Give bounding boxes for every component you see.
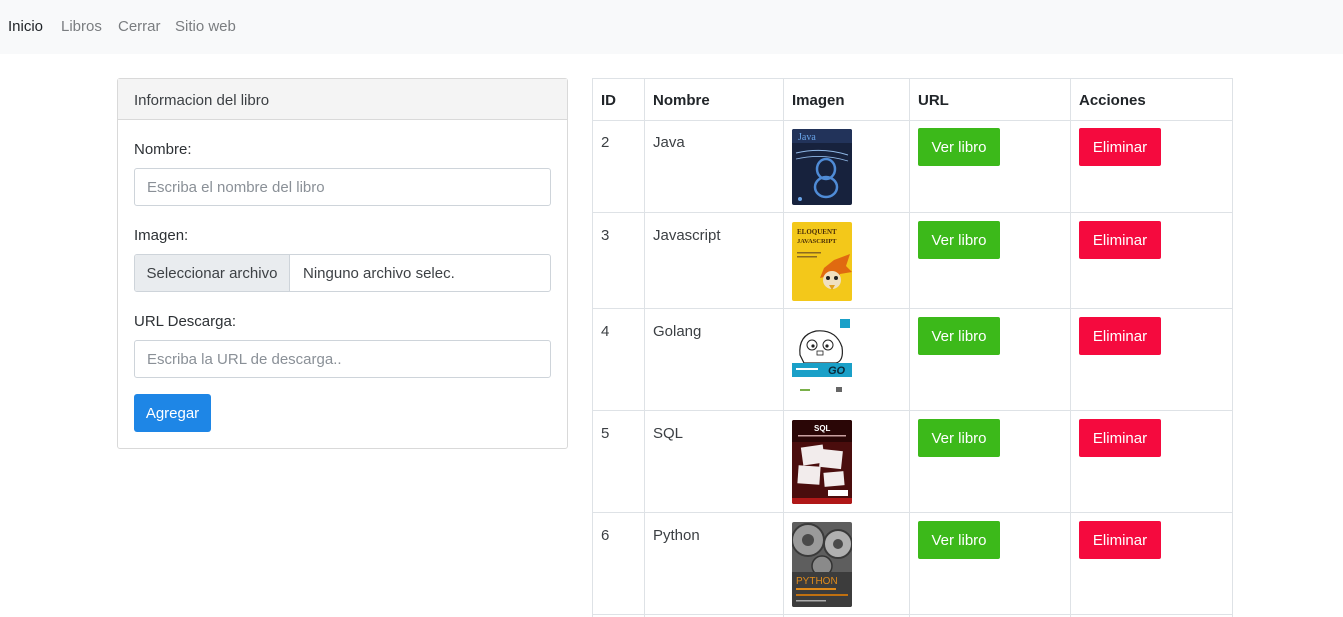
sql-book-cover: SQL <box>792 420 852 504</box>
row-divider <box>593 410 1232 411</box>
svg-text:ELOQUENT: ELOQUENT <box>797 228 837 236</box>
row-name: Java <box>653 134 685 151</box>
card-title: Informacion del libro <box>134 92 270 109</box>
view-book-button[interactable]: Ver libro <box>918 317 1000 355</box>
row-id: 6 <box>601 527 610 544</box>
java-cover-art: Java <box>792 129 852 205</box>
java-cover-title: Java <box>798 132 816 143</box>
select-file-label: Seleccionar archivo <box>146 264 278 282</box>
svg-text:JAVASCRIPT: JAVASCRIPT <box>797 238 837 245</box>
column-divider <box>909 79 910 617</box>
row-divider <box>593 308 1232 309</box>
header-id: ID <box>601 92 616 109</box>
golang-cover-title: GO <box>828 365 846 377</box>
row-name: Golang <box>653 323 702 340</box>
name-label: Nombre: <box>134 141 192 158</box>
javascript-cover-art: ELOQUENT JAVASCRIPT <box>792 222 852 301</box>
golang-cover-art: GO <box>792 317 852 402</box>
header-acciones: Acciones <box>1079 92 1146 109</box>
nav-link-inicio[interactable]: Inicio <box>8 18 43 35</box>
delete-book-button[interactable]: Eliminar <box>1079 419 1161 457</box>
golang-book-cover: GO <box>792 317 852 402</box>
python-cover-art: PYTHON <box>792 522 852 607</box>
javascript-book-cover: ELOQUENT JAVASCRIPT <box>792 222 852 301</box>
delete-book-button[interactable]: Eliminar <box>1079 128 1161 166</box>
delete-book-button[interactable]: Eliminar <box>1079 317 1161 355</box>
delete-book-button[interactable]: Eliminar <box>1079 221 1161 259</box>
nav-link-libros[interactable]: Libros <box>61 18 102 35</box>
sql-cover-art: SQL <box>792 420 852 504</box>
view-book-button[interactable]: Ver libro <box>918 521 1000 559</box>
row-divider <box>593 512 1232 513</box>
header-imagen: Imagen <box>792 92 845 109</box>
row-name: Python <box>653 527 700 544</box>
top-navbar: Inicio Libros Cerrar Sitio web <box>0 0 1343 54</box>
book-name-input[interactable] <box>134 168 551 206</box>
row-id: 3 <box>601 227 610 244</box>
java-book-cover: Java <box>792 129 852 205</box>
delete-book-button[interactable]: Eliminar <box>1079 521 1161 559</box>
sql-cover-title: SQL <box>814 424 831 433</box>
url-label: URL Descarga: <box>134 313 236 330</box>
card-header: Informacion del libro <box>118 79 567 120</box>
file-status-text: Ninguno archivo selec. <box>303 265 455 282</box>
image-file-input[interactable]: Seleccionar archivo Ninguno archivo sele… <box>134 254 551 292</box>
nav-link-sitio-web[interactable]: Sitio web <box>175 18 236 35</box>
header-nombre: Nombre <box>653 92 710 109</box>
python-book-cover: PYTHON <box>792 522 852 607</box>
select-file-button[interactable]: Seleccionar archivo <box>135 255 290 291</box>
header-divider <box>593 120 1232 121</box>
header-url: URL <box>918 92 949 109</box>
download-url-input[interactable] <box>134 340 551 378</box>
view-book-button[interactable]: Ver libro <box>918 128 1000 166</box>
row-divider <box>593 212 1232 213</box>
column-divider <box>644 79 645 617</box>
row-id: 4 <box>601 323 610 340</box>
book-form-card: Informacion del libro Nombre: Imagen: Se… <box>117 78 568 449</box>
nav-link-cerrar[interactable]: Cerrar <box>118 18 161 35</box>
view-book-button[interactable]: Ver libro <box>918 419 1000 457</box>
row-id: 5 <box>601 425 610 442</box>
row-divider <box>593 614 1232 615</box>
row-name: Javascript <box>653 227 721 244</box>
column-divider <box>783 79 784 617</box>
python-cover-title: PYTHON <box>796 576 838 587</box>
view-book-button[interactable]: Ver libro <box>918 221 1000 259</box>
row-id: 2 <box>601 134 610 151</box>
add-book-button[interactable]: Agregar <box>134 394 211 432</box>
image-label: Imagen: <box>134 227 189 244</box>
books-table: ID Nombre Imagen URL Acciones 2 Java Jav… <box>592 78 1233 617</box>
row-name: SQL <box>653 425 684 442</box>
column-divider <box>1070 79 1071 617</box>
